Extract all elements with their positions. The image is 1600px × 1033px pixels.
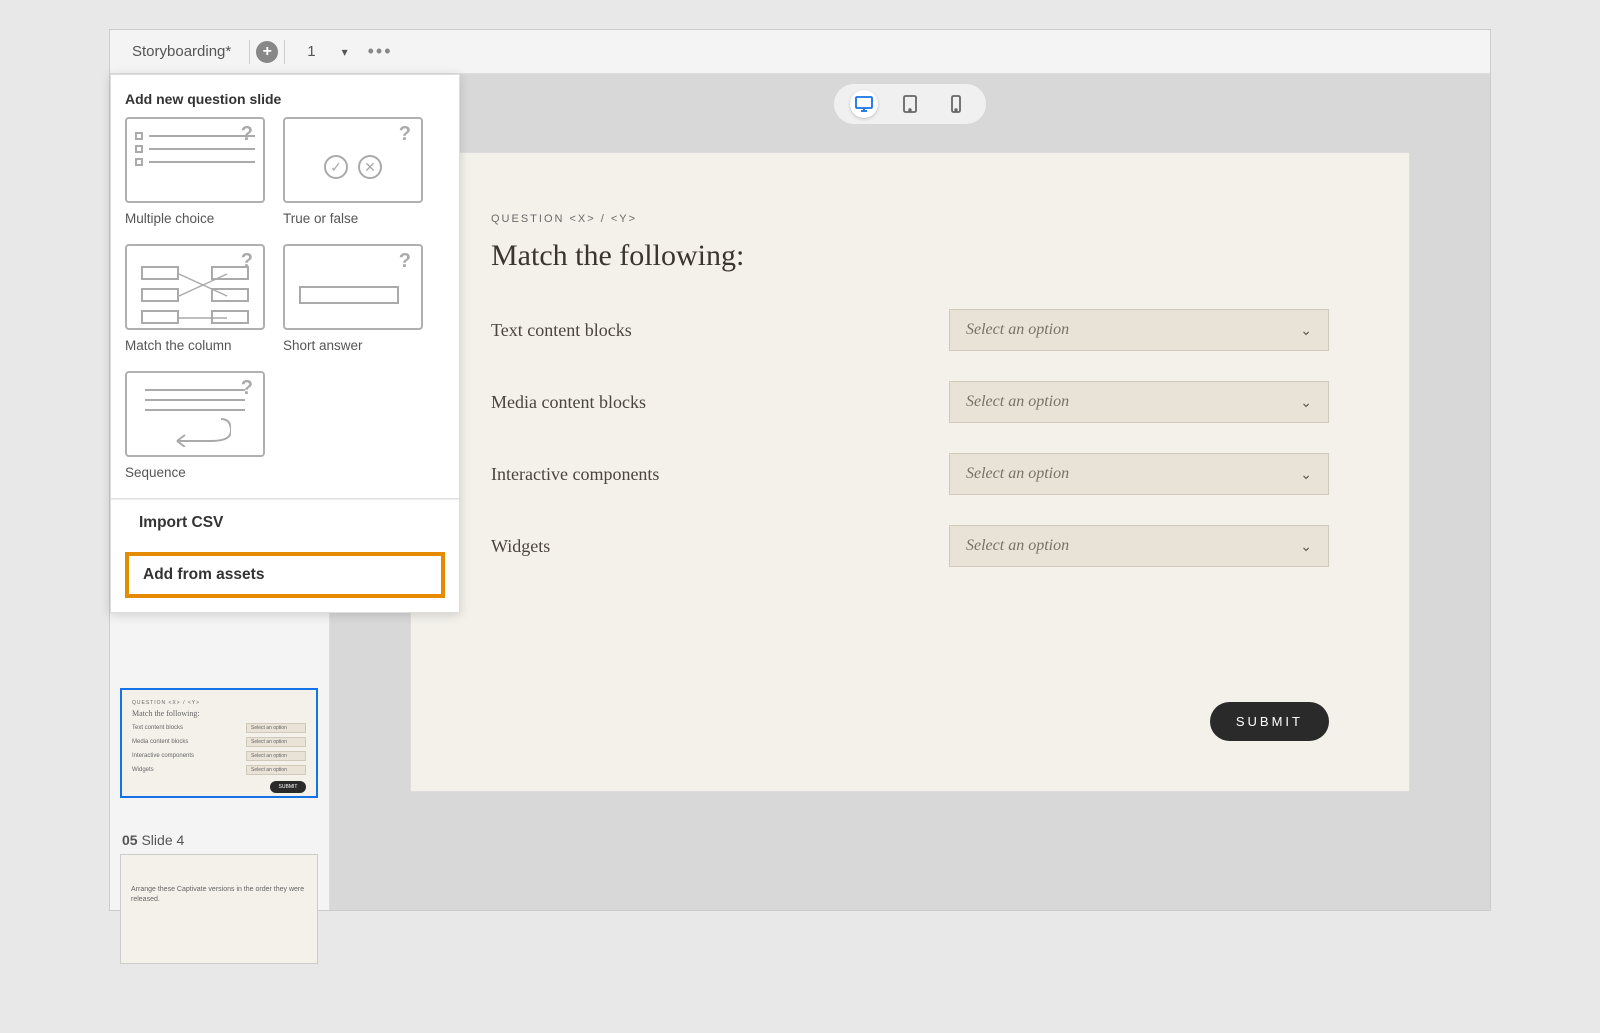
question-mark-icon: ? [399, 250, 411, 273]
thumb-meta: QUESTION <X> / <Y> [132, 700, 306, 706]
match-select-1[interactable]: Select an option ⌄ [949, 309, 1329, 351]
app-window: Storyboarding* + 1 ▾ ••• Add new questio… [110, 30, 1490, 910]
match-lines-icon [135, 254, 255, 320]
question-mark-icon: ? [399, 123, 411, 146]
question-mark-icon: ? [241, 123, 253, 146]
question-meta: QUESTION <X> / <Y> [491, 213, 1329, 225]
thumb5-text: Arrange these Captivate versions in the … [131, 885, 307, 905]
mobile-icon [951, 95, 961, 113]
match-prompt[interactable]: Interactive components [491, 464, 949, 485]
match-row-4: Widgets Select an option ⌄ [491, 525, 1329, 567]
slide-thumbnail-5[interactable]: Arrange these Captivate versions in the … [120, 854, 318, 964]
match-select-2[interactable]: Select an option ⌄ [949, 381, 1329, 423]
tablet-icon [903, 95, 917, 113]
divider [249, 40, 250, 64]
slide-label-5: 05 Slide 4 [122, 832, 184, 848]
device-desktop-button[interactable] [850, 90, 878, 118]
check-circle-icon: ✓ [324, 155, 348, 179]
match-row-1: Text content blocks Select an option ⌄ [491, 309, 1329, 351]
match-prompt[interactable]: Text content blocks [491, 320, 949, 341]
match-prompt[interactable]: Media content blocks [491, 392, 949, 413]
device-tablet-button[interactable] [896, 90, 924, 118]
match-select-3[interactable]: Select an option ⌄ [949, 453, 1329, 495]
device-mobile-button[interactable] [942, 90, 970, 118]
sequence-arrow-icon [171, 417, 231, 447]
slide-canvas: QUESTION <X> / <Y> Match the following: … [410, 152, 1410, 792]
question-type-label: True or false [283, 211, 423, 226]
more-actions-icon[interactable]: ••• [358, 41, 403, 62]
match-select-4[interactable]: Select an option ⌄ [949, 525, 1329, 567]
canvas-area: QUESTION <X> / <Y> Match the following: … [330, 74, 1490, 910]
page-number: 1 [291, 43, 331, 60]
page-dropdown-chevron-icon[interactable]: ▾ [332, 45, 358, 59]
project-name: Storyboarding* [120, 43, 243, 60]
chevron-down-icon: ⌄ [1300, 322, 1312, 339]
dropdown-title: Add new question slide [111, 75, 459, 117]
chevron-down-icon: ⌄ [1300, 466, 1312, 483]
question-type-true-false[interactable]: ? ✓ ✕ True or false [283, 117, 423, 226]
slide-thumbnail-current[interactable]: QUESTION <X> / <Y> Match the following: … [120, 688, 318, 798]
question-type-multiple-choice[interactable]: ? Multiple choice [125, 117, 265, 226]
desktop-icon [855, 96, 873, 112]
add-from-assets-action[interactable]: Add from assets [125, 552, 445, 598]
top-toolbar: Storyboarding* + 1 ▾ ••• [110, 30, 1490, 74]
question-type-sequence[interactable]: ? Sequence [125, 371, 265, 480]
match-row-2: Media content blocks Select an option ⌄ [491, 381, 1329, 423]
x-circle-icon: ✕ [358, 155, 382, 179]
question-type-label: Sequence [125, 465, 265, 480]
import-csv-action[interactable]: Import CSV [111, 499, 459, 546]
device-preview-switcher [834, 84, 986, 124]
chevron-down-icon: ⌄ [1300, 394, 1312, 411]
question-type-label: Match the column [125, 338, 265, 353]
question-title[interactable]: Match the following: [491, 239, 1329, 273]
question-type-match-column[interactable]: ? Match the [125, 244, 265, 353]
match-prompt[interactable]: Widgets [491, 536, 949, 557]
add-question-dropdown: Add new question slide ? Multiple choice… [110, 74, 460, 613]
match-row-3: Interactive components Select an option … [491, 453, 1329, 495]
thumb-title: Match the following: [132, 709, 306, 718]
question-type-short-answer[interactable]: ? Short answer [283, 244, 423, 353]
chevron-down-icon: ⌄ [1300, 538, 1312, 555]
divider [284, 40, 285, 64]
question-mark-icon: ? [241, 377, 253, 400]
add-slide-button[interactable]: + [256, 41, 278, 63]
submit-button[interactable]: SUBMIT [1210, 702, 1329, 741]
question-type-label: Short answer [283, 338, 423, 353]
question-type-label: Multiple choice [125, 211, 265, 226]
